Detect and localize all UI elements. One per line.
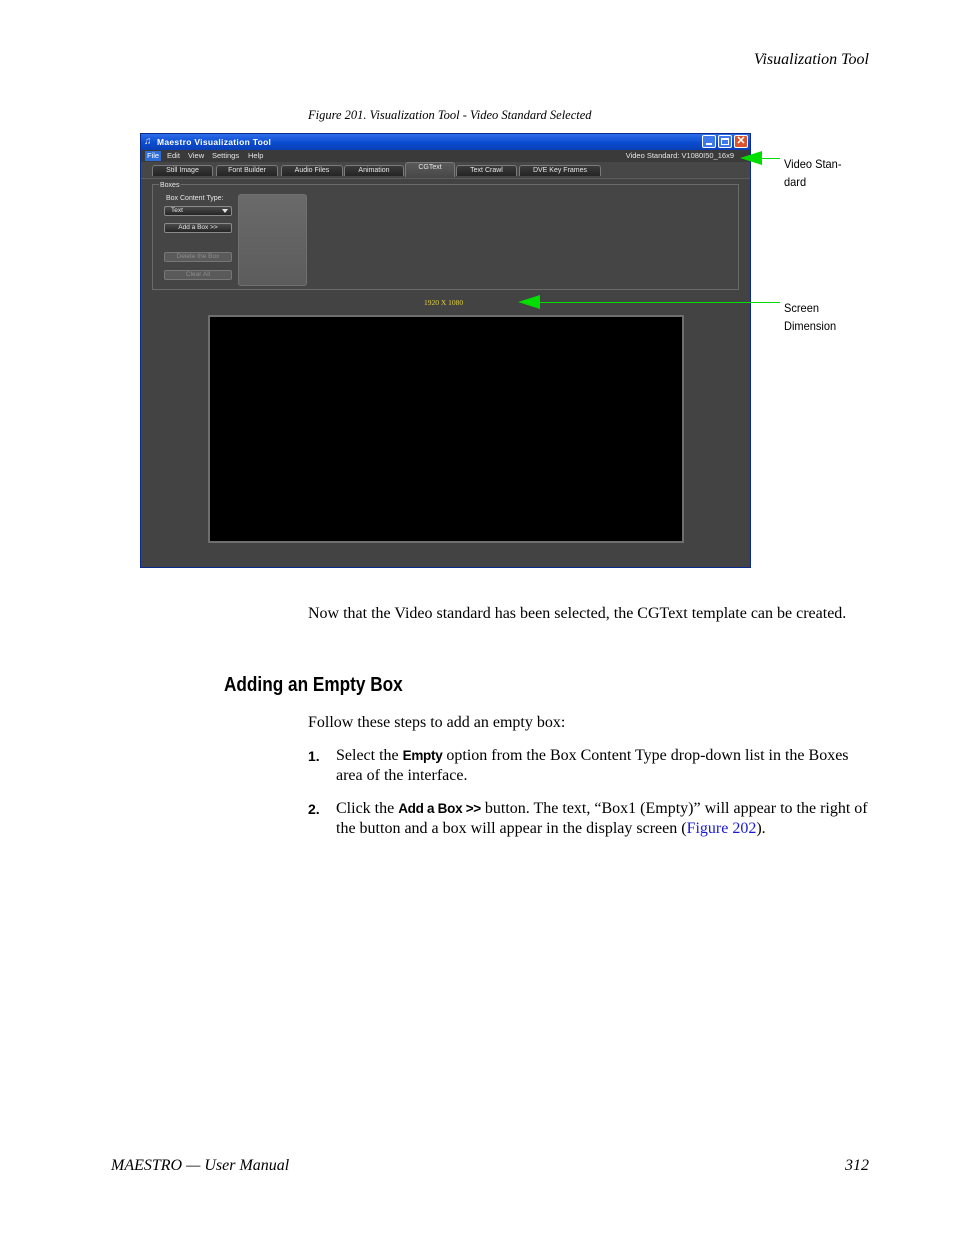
callout-line-1: Screen: [784, 301, 819, 315]
window-titlebar: ♫ Maestro Visualization Tool ✕: [141, 134, 750, 150]
screen-dimension-callout: Screen Dimension: [784, 299, 836, 335]
maximize-button[interactable]: [718, 135, 732, 148]
delete-box-button[interactable]: Delete the Box: [164, 252, 232, 262]
close-icon: ✕: [736, 135, 746, 147]
intro-paragraph: Now that the Video standard has been sel…: [308, 605, 847, 622]
tab-cgtext[interactable]: CGText: [405, 162, 455, 177]
ui-term: Add a Box >>: [398, 801, 481, 816]
tab-text-crawl[interactable]: Text Crawl: [456, 165, 517, 176]
video-standard-callout: Video Stan- dard: [784, 155, 842, 191]
page-number: 312: [845, 1157, 869, 1174]
tab-animation[interactable]: Animation: [344, 165, 404, 176]
add-box-button[interactable]: Add a Box >>: [164, 223, 232, 233]
section-heading: Adding an Empty Box: [224, 674, 403, 696]
box-list[interactable]: [238, 194, 307, 286]
app-screenshot: ♫ Maestro Visualization Tool ✕ File Edit…: [140, 133, 751, 568]
screen-dimension-readout: 1920 X 1080: [424, 298, 464, 307]
box-content-type-label: Box Content Type:: [166, 195, 224, 202]
footer-title: MAESTRO — User Manual: [111, 1157, 290, 1174]
menu-file[interactable]: File: [145, 151, 162, 161]
menu-bar: File Edit View Settings Help Video Stand…: [141, 150, 750, 162]
minimize-button[interactable]: [702, 135, 716, 148]
app-icon: ♫: [144, 136, 152, 147]
menu-edit[interactable]: Edit: [165, 151, 182, 161]
tab-bar: Still Image Font Builder Audio Files Ani…: [141, 162, 750, 179]
ui-term: Empty: [402, 748, 443, 763]
running-header: Visualization Tool: [753, 51, 869, 68]
dropdown-value: Text: [171, 207, 183, 214]
tab-audio-files[interactable]: Audio Files: [281, 165, 343, 176]
callout-line-2: Dimension: [784, 319, 837, 333]
step-number: 2.: [308, 801, 320, 817]
close-button[interactable]: ✕: [734, 135, 748, 148]
step-number: 1.: [308, 748, 320, 764]
screen-dimension-callout-line: [538, 302, 780, 303]
step-text: Click the Add a Box >> button. The text,…: [336, 800, 868, 837]
chevron-down-icon: [222, 209, 228, 213]
figure-caption: Figure 201. Visualization Tool - Video S…: [308, 108, 592, 122]
callout-line-1: Video Stan-: [784, 157, 842, 171]
lead-paragraph: Follow these steps to add an empty box:: [308, 714, 566, 731]
step-1: 1. Select the Empty option from the Box …: [308, 746, 868, 786]
boxes-group-label: Boxes: [159, 182, 181, 189]
video-standard-arrow-icon: [740, 151, 762, 165]
figure-link[interactable]: Figure 202: [687, 820, 757, 837]
step-text: Select the Empty option from the Box Con…: [336, 747, 849, 784]
window-title: Maestro Visualization Tool: [157, 137, 272, 147]
tab-font-builder[interactable]: Font Builder: [216, 165, 278, 176]
menu-settings[interactable]: Settings: [210, 151, 241, 161]
boxes-panel: Boxes Box Content Type: Text Add a Box >…: [152, 182, 739, 290]
clear-all-button[interactable]: Clear All: [164, 270, 232, 280]
callout-line-2: dard: [784, 175, 807, 189]
video-standard-readout: Video Standard: V1080I50_16x9: [625, 151, 734, 160]
display-screen[interactable]: [208, 315, 684, 543]
box-content-type-dropdown[interactable]: Text: [164, 206, 232, 216]
step-2: 2. Click the Add a Box >> button. The te…: [308, 799, 868, 839]
tab-dve-key-frames[interactable]: DVE Key Frames: [519, 165, 601, 176]
menu-view[interactable]: View: [186, 151, 206, 161]
menu-help[interactable]: Help: [246, 151, 265, 161]
screen-dimension-arrow-icon: [518, 295, 540, 309]
tab-still-image[interactable]: Still Image: [152, 165, 213, 176]
